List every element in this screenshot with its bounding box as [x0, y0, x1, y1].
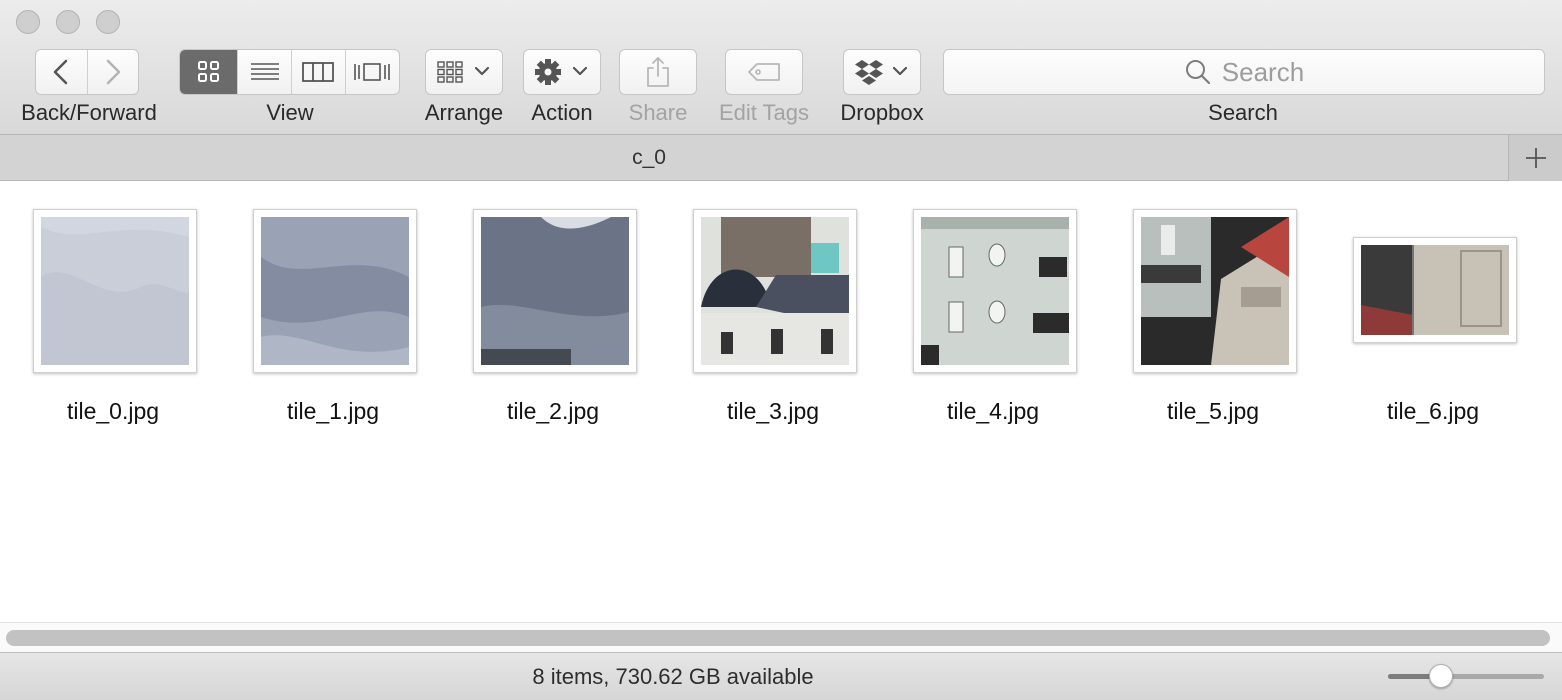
plus-icon [1525, 148, 1546, 168]
file-name: tile_2.jpg [506, 398, 600, 424]
thumbnail [473, 209, 637, 373]
list-view-button[interactable] [238, 50, 292, 94]
scrollbar-thumb[interactable] [6, 630, 1550, 646]
thumbnail [1133, 209, 1297, 373]
back-button[interactable] [36, 50, 88, 94]
view-label: View [266, 100, 314, 125]
file-name: tile_0.jpg [66, 398, 160, 424]
share-label: Share [628, 100, 688, 125]
column-view-button[interactable] [292, 50, 346, 94]
chevron-right-icon [106, 59, 120, 85]
dropbox-icon [855, 60, 908, 85]
cover-flow-icon [354, 63, 391, 81]
search-field[interactable]: Search [943, 49, 1545, 95]
file-name: tile_1.jpg [286, 398, 380, 424]
close-window-button[interactable] [16, 10, 40, 34]
status-text: 8 items, 730.62 GB available [532, 664, 814, 689]
thumbnail [913, 209, 1077, 373]
status-bar: 8 items, 730.62 GB available [0, 652, 1562, 700]
search-placeholder: Search [1221, 56, 1305, 87]
grid-arrange-icon [437, 61, 490, 83]
file-item[interactable]: tile_4.jpg [893, 182, 1093, 442]
back-forward-group [35, 49, 139, 95]
file-item[interactable]: tile_1.jpg [233, 182, 433, 442]
thumbnail [33, 209, 197, 373]
icon-size-slider-knob[interactable] [1429, 664, 1454, 688]
forward-button[interactable] [88, 50, 139, 94]
file-name: tile_5.jpg [1166, 398, 1260, 424]
file-item[interactable]: tile_5.jpg [1113, 182, 1313, 442]
action-button[interactable] [523, 49, 601, 95]
file-item[interactable]: tile_6.jpg [1333, 182, 1533, 442]
action-label: Action [531, 100, 593, 125]
toolbar: Back/Forward View Arrange Action Share E… [0, 0, 1562, 135]
chevron-left-icon [54, 59, 68, 85]
edit-tags-button[interactable] [725, 49, 803, 95]
view-mode-group [179, 49, 400, 95]
tag-icon [748, 63, 780, 81]
file-icon-grid: tile_0.jpg tile_1.jpg tile_2.jpg tile_3.… [0, 182, 1562, 622]
horizontal-scrollbar[interactable] [0, 622, 1562, 652]
thumbnail [693, 209, 857, 373]
share-button[interactable] [619, 49, 697, 95]
search-label: Search [1208, 100, 1278, 125]
cover-flow-view-button[interactable] [346, 50, 400, 94]
icon-view-icon [197, 61, 219, 82]
dropbox-label: Dropbox [840, 100, 924, 125]
gear-icon [535, 59, 588, 85]
icon-view-button[interactable] [180, 50, 239, 94]
thumbnail [253, 209, 417, 373]
file-name: tile_3.jpg [726, 398, 820, 424]
minimize-window-button[interactable] [56, 10, 80, 34]
edit-tags-label: Edit Tags [718, 100, 810, 125]
search-icon [1185, 60, 1210, 85]
new-tab-button[interactable] [1508, 135, 1562, 181]
column-view-icon [302, 62, 335, 82]
file-item[interactable]: tile_3.jpg [673, 182, 873, 442]
tab-bar: c_0 [0, 135, 1562, 181]
file-name: tile_4.jpg [946, 398, 1040, 424]
dropbox-button[interactable] [843, 49, 921, 95]
tab-c-0[interactable]: c_0 [0, 135, 1508, 181]
back-forward-label: Back/Forward [21, 100, 157, 125]
icon-size-slider[interactable] [1388, 674, 1544, 679]
finder-window: Back/Forward View Arrange Action Share E… [0, 0, 1562, 700]
file-name: tile_6.jpg [1386, 398, 1480, 424]
file-item[interactable]: tile_0.jpg [13, 182, 213, 442]
arrange-button[interactable] [425, 49, 503, 95]
zoom-window-button[interactable] [96, 10, 120, 34]
share-icon [647, 57, 669, 87]
file-item[interactable]: tile_2.jpg [453, 182, 653, 442]
list-view-icon [250, 63, 279, 80]
thumbnail [1353, 237, 1517, 343]
arrange-label: Arrange [424, 100, 504, 125]
